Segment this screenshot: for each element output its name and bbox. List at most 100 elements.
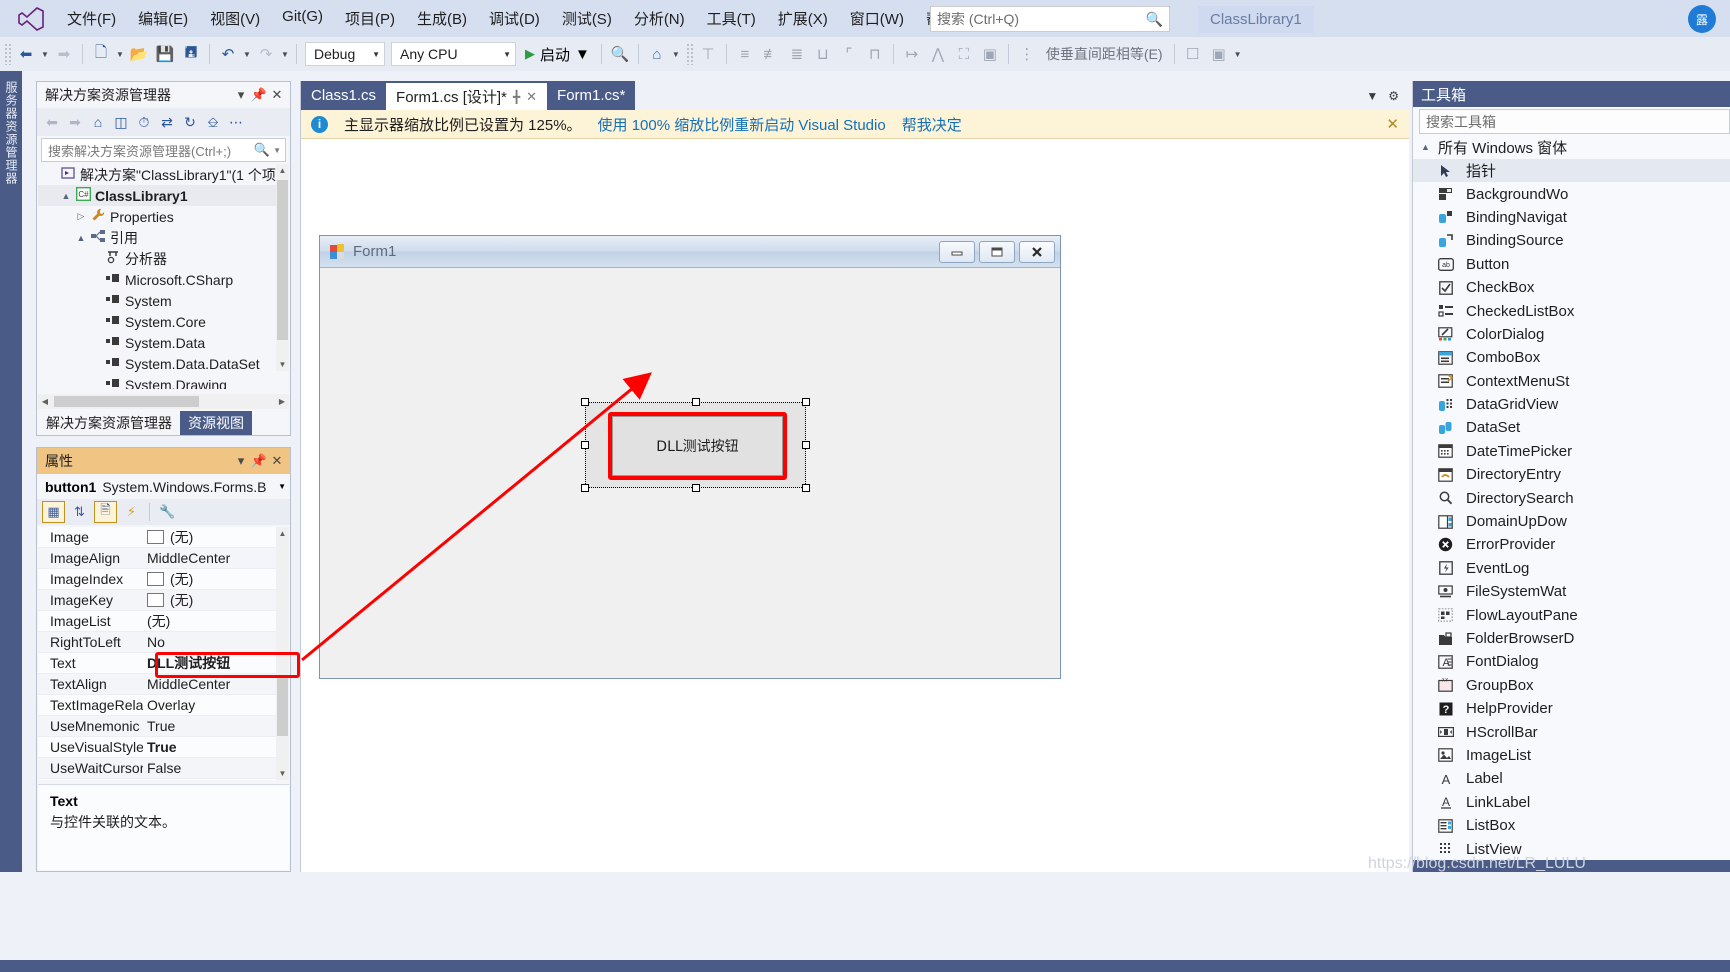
show-all-files-icon[interactable]: ⎒	[202, 111, 224, 133]
toolbox-item-directoryentry[interactable]: DirectoryEntry	[1413, 463, 1730, 486]
winforms-designer-surface[interactable]: Form1 DLL测试按钮	[301, 139, 1409, 872]
align-tops-icon[interactable]: ⊔	[810, 41, 836, 67]
navigate-forward-icon[interactable]: ➡	[51, 41, 77, 67]
toolbar-grip-2[interactable]	[685, 43, 695, 65]
make-same-size-icon[interactable]: ⛶	[951, 41, 977, 67]
property-pages-icon[interactable]: 🔧	[156, 501, 179, 523]
align-lefts-icon[interactable]: ≡	[732, 41, 758, 67]
gear-icon[interactable]: ⚙	[1388, 89, 1399, 103]
property-row[interactable]: UseVisualStyleB True	[38, 737, 289, 758]
menu-item-11[interactable]: 窗口(W)	[839, 3, 915, 34]
form1-client-area[interactable]: DLL测试按钮	[320, 268, 1060, 678]
align-bottoms-icon[interactable]: ⊓	[862, 41, 888, 67]
form-button-control[interactable]: DLL测试按钮	[612, 416, 783, 476]
solution-tree-node[interactable]: 解决方案"ClassLibrary1"(1 个项	[38, 164, 289, 185]
resize-handle-n[interactable]	[691, 398, 700, 406]
solution-tree-node[interactable]: System.Data	[38, 332, 289, 353]
property-row[interactable]: TextImageRelat Overlay	[38, 695, 289, 716]
quick-search-box[interactable]: 搜索 (Ctrl+Q) 🔍	[930, 6, 1170, 32]
solution-explorer-search-input[interactable]: 搜索解决方案资源管理器(Ctrl+;) 🔍 ▼	[41, 138, 286, 162]
toolbox-item-backgroundwo[interactable]: BackgroundWo	[1413, 182, 1730, 205]
property-row[interactable]: TextAlign MiddleCenter	[38, 674, 289, 695]
chevron-down-icon[interactable]: ▼	[273, 146, 281, 155]
overflow-icon[interactable]: ⋯	[225, 111, 247, 133]
make-same-height-icon[interactable]: ⋀	[925, 41, 951, 67]
new-item-icon[interactable]: 🗋	[88, 41, 114, 67]
toolbox-item-eventlog[interactable]: EventLog	[1413, 557, 1730, 580]
toolbox-item-contextmenust[interactable]: ContextMenuSt	[1413, 370, 1730, 393]
menu-item-6[interactable]: 调试(D)	[478, 3, 551, 34]
collapse-all-icon[interactable]: ⇄	[156, 111, 178, 133]
property-value-cell[interactable]: False	[143, 760, 289, 776]
solution-name-pill[interactable]: ClassLibrary1	[1198, 6, 1314, 33]
redo-dropdown-icon[interactable]: ▼	[279, 50, 291, 59]
toolbox-item-checkedlistbox[interactable]: CheckedListBox	[1413, 299, 1730, 322]
toolbox-item-colordialog[interactable]: ColorDialog	[1413, 323, 1730, 346]
resize-handle-sw[interactable]	[581, 484, 589, 492]
menu-item-9[interactable]: 工具(T)	[696, 3, 767, 34]
twisty-icon[interactable]: ▲	[74, 233, 88, 243]
home-icon[interactable]: ⌂	[644, 41, 670, 67]
solution-tree-node[interactable]: System.Data.DataSet	[38, 353, 289, 374]
alphabetical-view-icon[interactable]: ⇅	[68, 501, 91, 523]
scroll-track[interactable]	[52, 396, 275, 407]
toolbox-item-label[interactable]: A Label	[1413, 767, 1730, 790]
property-row[interactable]: RightToLeft No	[38, 632, 289, 653]
menu-item-8[interactable]: 分析(N)	[623, 3, 696, 34]
undo-icon[interactable]: ↶	[215, 41, 241, 67]
resize-handle-e[interactable]	[802, 441, 810, 449]
toolbox-item-linklabel[interactable]: A LinkLabel	[1413, 791, 1730, 814]
toolbox-item-指针[interactable]: 指针	[1413, 159, 1730, 183]
restart-at-100-link[interactable]: 使用 100% 缩放比例重新启动 Visual Studio	[598, 114, 886, 135]
resize-handle-se[interactable]	[802, 484, 810, 492]
toolbox-item-button[interactable]: ab Button	[1413, 253, 1730, 276]
minimize-icon[interactable]	[939, 240, 975, 263]
close-icon[interactable]: ✕	[526, 89, 537, 105]
menu-item-0[interactable]: 文件(F)	[56, 3, 127, 34]
twisty-icon[interactable]: ▲	[59, 191, 73, 201]
menu-item-2[interactable]: 视图(V)	[199, 3, 271, 34]
property-value-cell[interactable]: (无)	[143, 590, 289, 610]
forward-icon[interactable]: ➡	[64, 111, 86, 133]
categorized-view-icon[interactable]: ▦	[42, 501, 65, 523]
toolbox-item-dataset[interactable]: DataSet	[1413, 416, 1730, 439]
back-dropdown-icon[interactable]: ▼	[39, 50, 51, 59]
properties-vscrollbar[interactable]: ▲ ▼	[276, 527, 289, 780]
pin-icon[interactable]: 📌	[250, 453, 268, 469]
help-me-decide-link[interactable]: 帮我决定	[902, 114, 962, 135]
toolbox-group-header[interactable]: ▲ 所有 Windows 窗体	[1413, 135, 1730, 159]
properties-object-selector[interactable]: button1 System.Windows.Forms.B ▼	[37, 474, 290, 499]
properties-page-icon[interactable]: 🖹	[94, 501, 117, 523]
solution-tree-node[interactable]: 分析器	[38, 248, 289, 269]
solution-tree-vscrollbar[interactable]: ▲ ▼	[276, 164, 289, 371]
start-debug-button[interactable]: ▶ 启动 ▼	[519, 44, 596, 65]
open-folder-icon[interactable]: 📂	[126, 41, 152, 67]
property-value-cell[interactable]: Overlay	[143, 697, 289, 713]
chevron-down-icon[interactable]: ▾	[232, 453, 250, 469]
scroll-up-icon[interactable]: ▲	[276, 527, 289, 540]
property-row[interactable]: ImageList (无)	[38, 611, 289, 632]
toolbox-item-checkbox[interactable]: CheckBox	[1413, 276, 1730, 299]
toolbox-item-directorysearch[interactable]: DirectorySearch	[1413, 486, 1730, 509]
toolbox-search-input[interactable]: 搜索工具箱	[1419, 109, 1730, 134]
editor-tab-2[interactable]: Form1.cs*	[547, 81, 636, 110]
solution-tree-node[interactable]: ▲ C# ClassLibrary1	[38, 185, 289, 206]
editor-tab-0[interactable]: Class1.cs	[301, 81, 387, 110]
toolbox-item-filesystemwat[interactable]: FileSystemWat	[1413, 580, 1730, 603]
solution-tree-node[interactable]: ▷ Properties	[38, 206, 289, 227]
toolbox-item-bindingsource[interactable]: BindingSource	[1413, 229, 1730, 252]
toolbox-item-combobox[interactable]: ComboBox	[1413, 346, 1730, 369]
toolbox-item-hscrollbar[interactable]: HScrollBar	[1413, 720, 1730, 743]
home-dropdown-icon[interactable]: ▼	[670, 50, 682, 59]
property-value-cell[interactable]: (无)	[143, 569, 289, 589]
save-icon[interactable]: 💾	[152, 41, 178, 67]
close-icon[interactable]: ✕	[268, 453, 286, 469]
maximize-icon[interactable]	[979, 240, 1015, 263]
undo-dropdown-icon[interactable]: ▼	[241, 50, 253, 59]
home-icon[interactable]: ⌂	[87, 111, 109, 133]
property-value-cell[interactable]: (无)	[143, 527, 289, 547]
toolbar-grip[interactable]	[4, 43, 13, 65]
property-row[interactable]: ImageKey (无)	[38, 590, 289, 611]
menu-item-1[interactable]: 编辑(E)	[127, 3, 199, 34]
resize-handle-ne[interactable]	[802, 398, 810, 406]
